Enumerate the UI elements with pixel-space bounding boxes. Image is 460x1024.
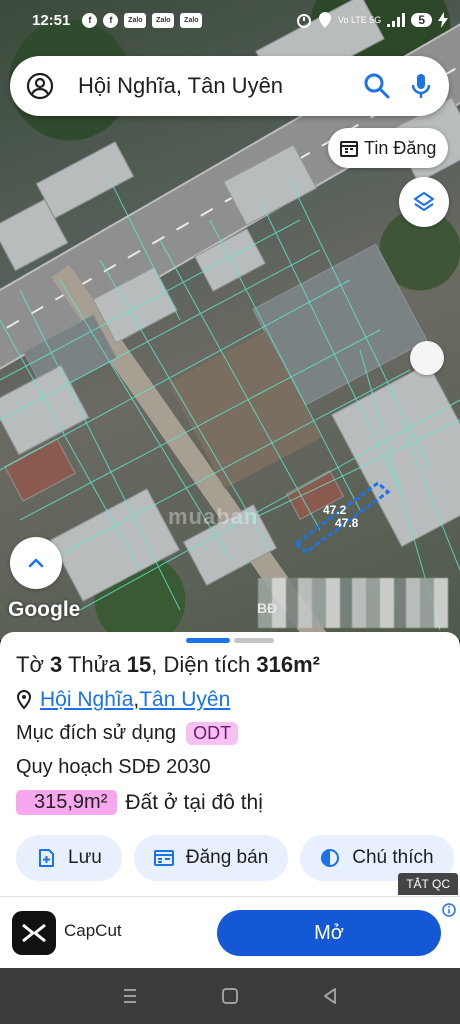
zalo-icon: Zalo [124,12,147,28]
network-label: Vo LTE 5G [337,14,382,25]
purpose-tag: ODT [186,722,239,745]
ad-banner[interactable]: TẮT QC CapCut Mở [0,873,460,968]
google-logo: Google [8,598,81,621]
system-nav-bar [0,968,460,1024]
search-input[interactable]: Hội Nghĩa, Tân Uyên [78,73,363,99]
parcel-label: Thửa [67,652,121,677]
status-bar: 12:51 f f Zalo Zalo Zalo Vo LTE 5G 5 [0,0,460,40]
save-label: Lưu [68,847,102,868]
open-app-button[interactable]: Mở [217,910,441,956]
recent-apps-icon[interactable] [120,986,140,1006]
sell-button[interactable]: Đăng bán [133,835,289,881]
facebook-icon: f [103,12,119,28]
info-icon[interactable] [442,903,456,917]
plan-label: Quy hoạch SDĐ 2030 [16,756,211,778]
facebook-icon: f [82,12,98,28]
measure-label: 47.8 [335,516,359,530]
location-row: Hội Nghĩa, Tân Uyên [16,688,230,712]
purpose-label: Mục đích sử dụng [16,722,177,744]
sell-label: Đăng bán [185,847,269,868]
search-bar[interactable]: Hội Nghĩa, Tân Uyên [10,56,449,116]
legend-label: Chú thích [352,847,434,868]
battery-level: 5 [411,13,432,27]
alarm-icon [296,14,311,28]
location-icon [318,12,331,28]
plan-area-desc: Đất ở tại đô thị [125,790,263,814]
watermark: muaban [168,504,259,529]
plan-area-row: 315,9m² Đất ở tại đô thị [16,790,263,815]
contrast-icon [321,849,340,867]
back-icon[interactable] [320,986,340,1006]
blurred-region [258,578,448,628]
handle-inactive [234,638,274,643]
listing-icon [153,850,174,866]
action-buttons: Lưu Đăng bán Chú thích [16,835,454,881]
sheet-number: 3 [50,652,63,677]
clock: 12:51 [32,11,71,29]
notification-icons: f f Zalo Zalo Zalo [82,12,203,28]
area-label: , Diện tích [151,652,251,677]
location-pin-icon [16,690,32,710]
signal-icon [387,13,406,27]
ad-app-name: CapCut [64,921,122,940]
layers-icon [414,192,434,211]
parcel-boundaries [0,179,460,631]
zalo-icon: Zalo [152,12,175,28]
commune-link[interactable]: Hội Nghĩa [40,688,133,712]
expand-sheet-button[interactable] [10,537,62,589]
home-icon[interactable] [220,986,240,1006]
purpose-row: Mục đích sử dụng ODT [16,722,239,745]
area-value: 316m² [256,652,320,677]
listings-button[interactable]: Tin Đăng [328,128,449,168]
zalo-icon: Zalo [180,12,203,28]
chevron-up-icon [28,558,44,568]
sheet-label: Tờ [16,652,44,677]
parcel-number: 15 [126,652,152,677]
capcut-icon [22,923,46,943]
parcel-title: Tờ 3 Thửa 15, Diện tích 316m² [16,652,320,678]
save-icon [39,849,54,867]
sheet-handle[interactable] [186,638,274,643]
parcel-info-sheet: Tờ 3 Thửa 15, Diện tích 316m² Hội Nghĩa,… [0,632,460,900]
status-right: Vo LTE 5G 5 [296,12,448,28]
plan-area-tag: 315,9m² [16,790,118,815]
handle-active [186,638,230,643]
charging-icon [438,12,448,28]
capcut-logo [12,911,56,955]
layers-button[interactable] [399,177,449,227]
account-icon[interactable] [26,72,54,100]
measure-label: 47.2 [323,503,347,517]
listings-label: Tin Đăng [364,137,437,158]
blurred-label: BĐ [257,600,278,616]
save-button[interactable]: Lưu [16,835,122,881]
compass-button[interactable] [410,341,444,375]
close-ad-button[interactable]: TẮT QC [398,873,458,895]
district-link[interactable]: Tân Uyên [139,688,230,712]
search-icon[interactable] [363,72,391,100]
calendar-icon [340,141,358,157]
microphone-icon[interactable] [409,72,433,100]
